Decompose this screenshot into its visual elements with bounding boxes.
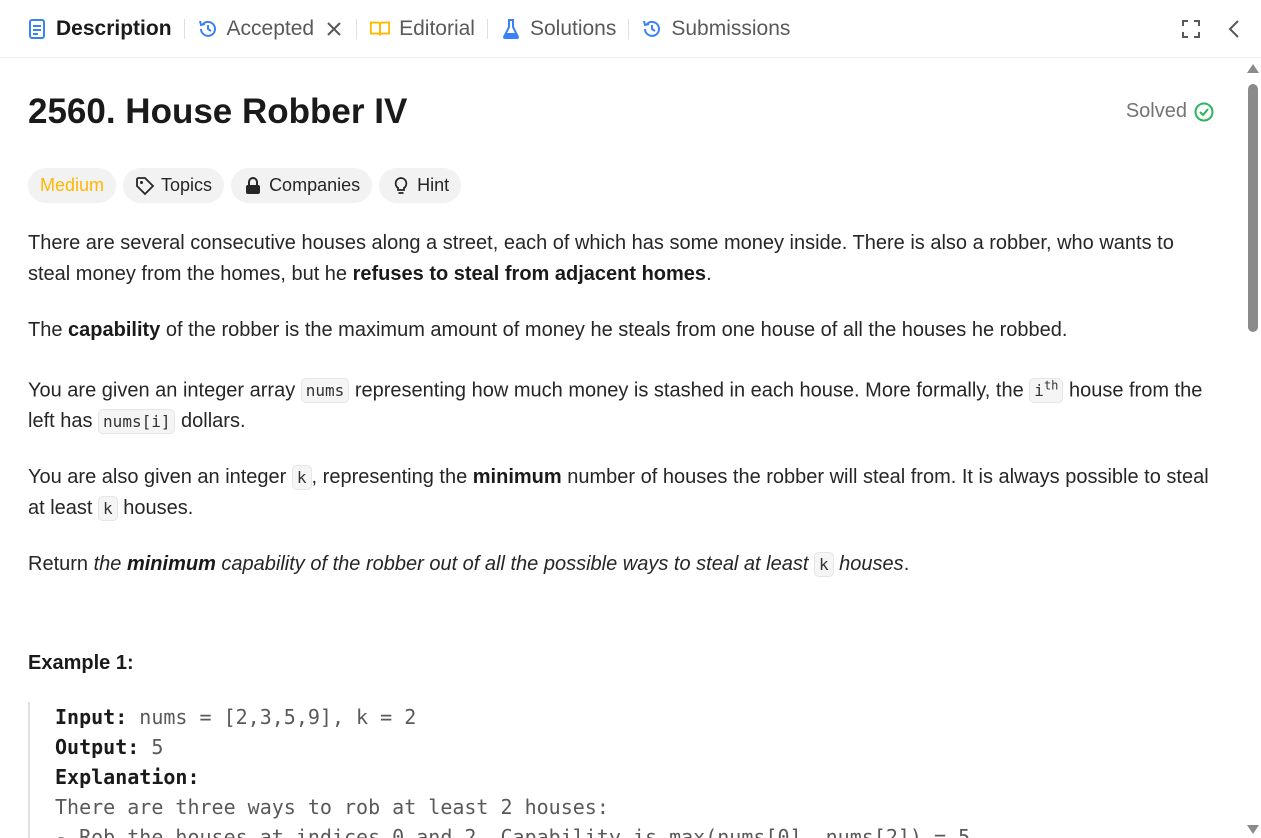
tab-divider xyxy=(486,18,488,39)
paragraph: The capability of the robber is the maxi… xyxy=(28,315,1215,346)
example-title: Example 1: xyxy=(28,652,134,675)
tab-label: Submissions xyxy=(671,16,791,40)
tab-editorial[interactable]: Editorial xyxy=(361,0,483,58)
difficulty-badge: Medium xyxy=(28,168,117,203)
paragraph: You are given an integer array nums repr… xyxy=(28,371,1215,437)
italic-text: houses xyxy=(833,553,904,576)
description-icon xyxy=(26,18,48,40)
italic-text: the xyxy=(93,553,127,576)
tag-icon xyxy=(135,176,155,196)
text: . xyxy=(903,553,910,576)
explanation-label: Explanation: xyxy=(55,765,200,790)
inline-code: k xyxy=(98,496,118,522)
solved-status: Solved xyxy=(1126,100,1215,123)
tab-label: Description xyxy=(56,16,172,40)
text: , representing the xyxy=(311,466,473,489)
text: dollars. xyxy=(175,410,246,433)
tabs: Description Accepted Editorial Solutions xyxy=(0,0,798,58)
explanation-line: - Rob the houses at indices 0 and 2. Cap… xyxy=(55,825,983,838)
topics-chip[interactable]: Topics xyxy=(123,168,225,203)
code-text: i xyxy=(1034,381,1044,401)
check-circle-icon xyxy=(1193,101,1215,123)
companies-label: Companies xyxy=(269,175,361,195)
superscript: th xyxy=(1043,379,1059,393)
tab-label: Solutions xyxy=(529,16,617,40)
hint-chip[interactable]: Hint xyxy=(379,168,462,203)
inline-code: k xyxy=(291,465,312,491)
close-icon[interactable] xyxy=(324,19,344,39)
vertical-scrollbar[interactable] xyxy=(1243,58,1261,838)
scrollbar-thumb[interactable] xyxy=(1248,84,1258,332)
paragraph: You are also given an integer k, represe… xyxy=(28,462,1215,524)
bold-text: minimum xyxy=(472,466,562,489)
inline-code: k xyxy=(813,552,834,578)
input-label: Input: xyxy=(55,705,128,730)
tab-bar: Description Accepted Editorial Solutions xyxy=(0,0,1261,58)
scroll-up-arrow[interactable] xyxy=(1247,64,1259,73)
problem-tags: Medium Topics Companies Hint xyxy=(28,168,1215,204)
bold-text: capability xyxy=(68,319,161,341)
lock-icon xyxy=(243,176,263,196)
solved-label: Solved xyxy=(1125,100,1187,122)
tab-label: Accepted xyxy=(226,16,315,40)
history-icon xyxy=(641,18,663,40)
companies-chip[interactable]: Companies xyxy=(231,168,373,203)
inline-code: nums xyxy=(300,378,350,404)
history-icon xyxy=(197,18,219,40)
hint-label: Hint xyxy=(417,175,450,195)
problem-title[interactable]: 2560. House Robber IV xyxy=(28,92,407,132)
fullscreen-icon[interactable] xyxy=(1179,17,1203,41)
tab-divider xyxy=(183,18,185,39)
output-label: Output: xyxy=(55,735,140,760)
chevron-left-icon[interactable] xyxy=(1223,17,1247,41)
tab-description[interactable]: Description xyxy=(18,0,180,58)
book-icon xyxy=(369,18,391,40)
inline-code: nums[i] xyxy=(98,409,176,435)
bold-italic-text: minimum xyxy=(126,553,216,576)
problem-statement: There are several consecutive houses alo… xyxy=(28,228,1215,580)
text: representing how much money is stashed i… xyxy=(349,379,1030,402)
paragraph: There are several consecutive houses alo… xyxy=(28,228,1215,290)
text: You are given an integer array xyxy=(28,379,301,402)
tab-solutions[interactable]: Solutions xyxy=(492,0,624,58)
flask-icon xyxy=(500,18,522,40)
tab-submissions[interactable]: Submissions xyxy=(633,0,798,58)
tab-accepted[interactable]: Accepted xyxy=(189,0,353,58)
text: Return xyxy=(28,553,94,576)
topics-label: Topics xyxy=(161,175,213,195)
text: of the robber is the maximum amount of m… xyxy=(160,319,1068,341)
text: houses. xyxy=(117,497,194,520)
lightbulb-icon xyxy=(391,176,411,196)
title-row: 2560. House Robber IV Solved xyxy=(28,58,1215,168)
input-value: nums = [2,3,5,9], k = 2 xyxy=(127,705,417,730)
italic-text: capability of the robber out of all the … xyxy=(215,553,814,576)
explanation-line: There are three ways to rob at least 2 h… xyxy=(55,795,609,820)
problem-description-panel: 2560. House Robber IV Solved Medium Topi… xyxy=(0,58,1243,838)
text: The xyxy=(28,319,69,341)
tab-label: Editorial xyxy=(399,16,475,40)
output-value: 5 xyxy=(139,735,164,760)
text: You are also given an integer xyxy=(28,466,292,489)
example-box: Input: nums = [2,3,5,9], k = 2 Output: 5… xyxy=(28,702,1215,838)
tab-divider xyxy=(628,18,630,39)
scroll-down-arrow[interactable] xyxy=(1247,825,1259,834)
tab-bar-actions xyxy=(1179,17,1247,41)
tab-divider xyxy=(356,18,358,39)
paragraph: Return the minimum capability of the rob… xyxy=(28,549,1215,580)
inline-code: ith xyxy=(1029,378,1064,404)
text: . xyxy=(706,263,712,285)
bold-text: refuses to steal from adjacent homes xyxy=(352,263,707,285)
